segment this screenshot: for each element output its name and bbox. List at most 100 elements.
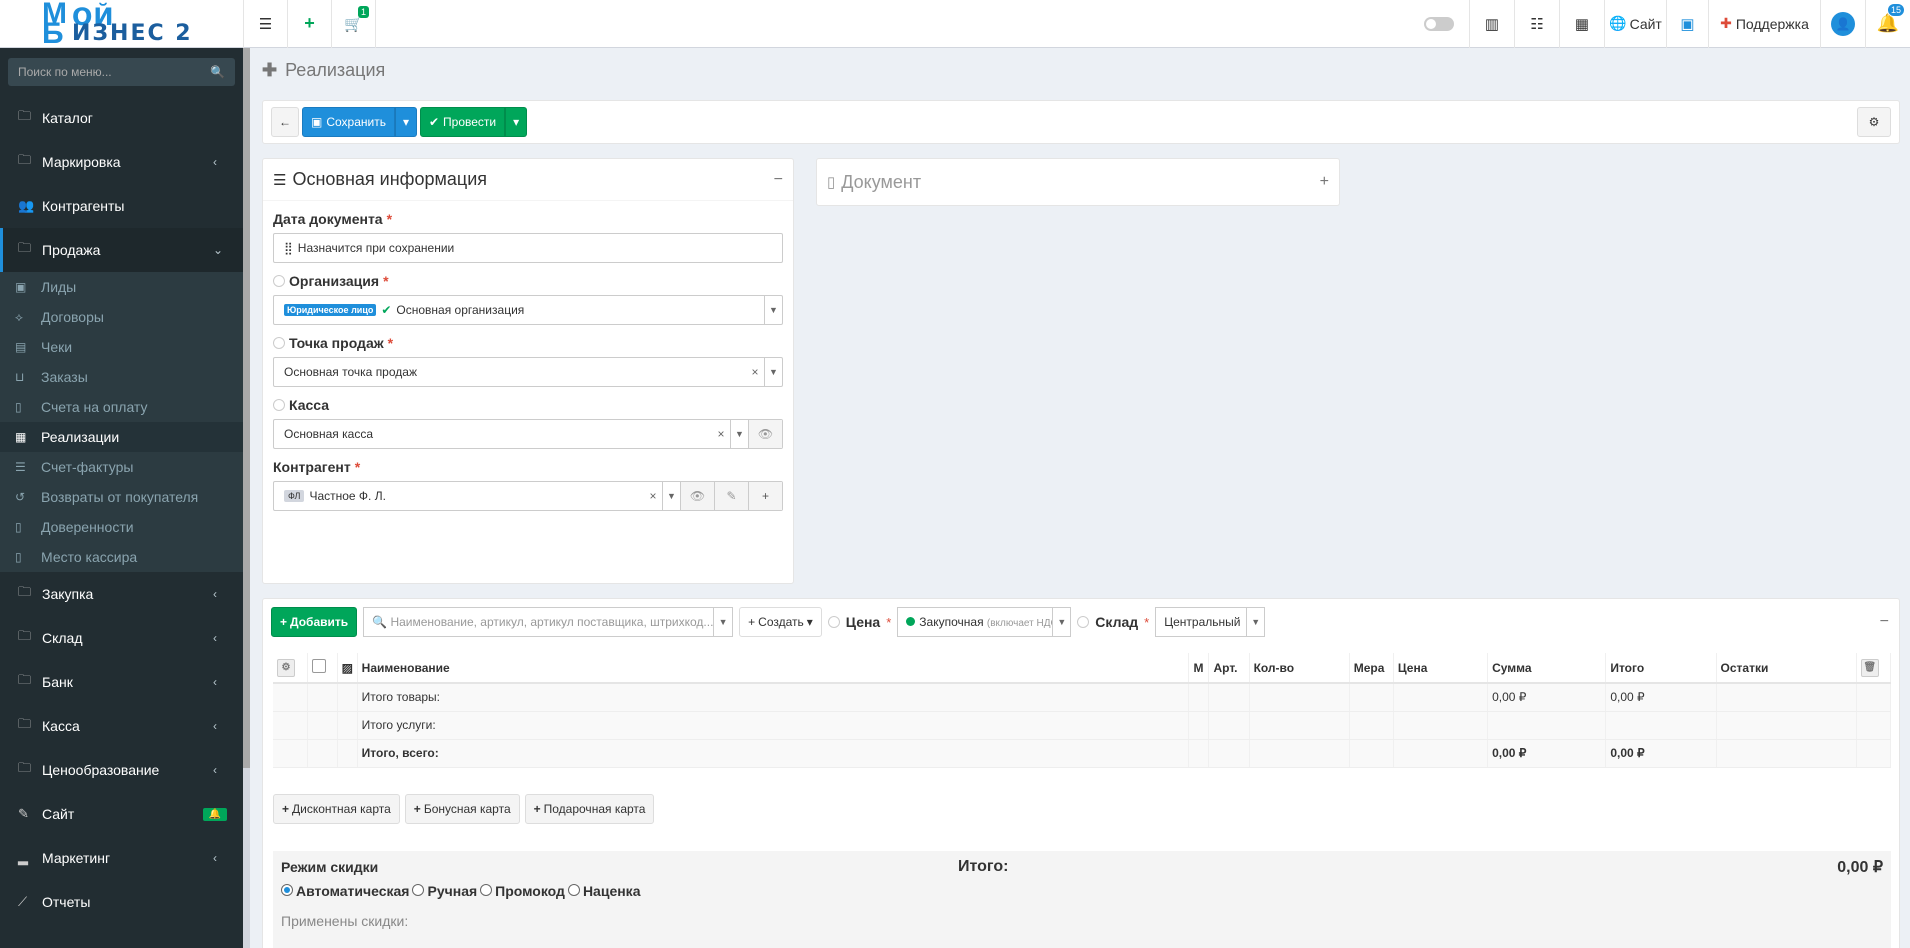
edit-icon[interactable]: ✎ — [714, 482, 748, 510]
sidebar-subitem-receipts[interactable]: ▤ Чеки — [0, 332, 243, 362]
product-search-input[interactable]: 🔍 Наименование, артикул, артикул поставщ… — [363, 607, 734, 637]
logo[interactable]: ОЙ ИЗНЕС 2 МБ — [0, 0, 243, 48]
clear-icon[interactable]: × — [712, 427, 730, 441]
column-header[interactable]: Остатки — [1716, 653, 1857, 684]
sidebar-subitem-invoices[interactable]: ▯ Счета на оплату — [0, 392, 243, 422]
select-all-checkbox[interactable] — [311, 659, 326, 673]
sidebar-item-purchase[interactable]: 🗀 Закупка ‹ — [0, 572, 243, 616]
delete-column-header[interactable]: 🗑 — [1856, 653, 1892, 684]
radio-icon[interactable] — [412, 884, 425, 896]
sidebar-item-warehouse[interactable]: 🗀 Склад ‹ — [0, 616, 243, 660]
bonus-card-button[interactable]: + Бонусная карта — [404, 793, 520, 824]
user-button[interactable]: 👤 — [1820, 0, 1865, 48]
sidebar-item-contractors[interactable]: 👥 Контрагенты — [0, 184, 243, 228]
dropdown-caret-icon[interactable]: ▼ — [714, 608, 732, 636]
dropdown-caret-icon[interactable]: ▼ — [764, 358, 782, 386]
pos-select[interactable]: Основная точка продаж × ▼ — [273, 357, 783, 387]
calendar-button[interactable]: ▦ — [1559, 0, 1604, 48]
sidebar-item-marketing[interactable]: ▂ Маркетинг ‹ — [0, 836, 243, 880]
sidebar-item-reports[interactable]: ⟋ Отчеты — [0, 880, 243, 924]
discount-option-manual[interactable]: Ручная — [412, 883, 477, 899]
list-button[interactable]: ☷ — [1514, 0, 1559, 48]
clear-icon[interactable]: × — [746, 365, 764, 379]
post-button[interactable]: ✔ Провести — [419, 107, 506, 137]
select-all-cell[interactable] — [307, 653, 338, 684]
sidebar-subitem-cashier[interactable]: ▯ Место кассира — [0, 542, 243, 572]
sidebar-subitem-label: Доверенности — [41, 519, 134, 535]
collapse-button[interactable]: − — [1880, 613, 1889, 631]
add-product-button[interactable]: + Добавить — [271, 607, 358, 637]
sidebar-subitem-powers[interactable]: ▯ Доверенности — [0, 512, 243, 542]
radio-icon[interactable] — [480, 884, 493, 896]
price-type-select[interactable]: Закупочная (включает НДС) ▼ — [897, 607, 1072, 637]
app-button[interactable]: ▣ — [1666, 0, 1708, 48]
document-header: ▯ Документ + — [817, 159, 1339, 205]
menu-toggle-button[interactable]: ☰ — [243, 0, 287, 48]
warehouse-select[interactable]: Центральный ▼ — [1155, 607, 1266, 637]
discount-card-button[interactable]: + Дисконтная карта — [273, 793, 400, 824]
sidebar-subitem-returns[interactable]: ↺ Возвраты от покупателя — [0, 482, 243, 512]
dropdown-caret-icon[interactable]: ▼ — [764, 296, 782, 324]
sidebar-subitem-leads[interactable]: ▣ Лиды — [0, 272, 243, 302]
eye-icon[interactable]: 👁 — [748, 420, 782, 448]
create-button[interactable]: + Создать ▾ — [739, 607, 822, 637]
sidebar-item-bank[interactable]: 🗀 Банк ‹ — [0, 660, 243, 704]
sidebar-subitem-orders[interactable]: ⊔ Заказы — [0, 362, 243, 392]
sidebar-search-input[interactable]: Поиск по меню... — [18, 65, 210, 79]
cart-button[interactable]: 🛒 1 — [331, 0, 375, 48]
sidebar-search[interactable]: Поиск по меню... 🔍 — [8, 58, 235, 86]
sidebar-subitem-realizations[interactable]: ▦ Реализации — [0, 422, 243, 452]
clear-icon[interactable]: × — [644, 489, 662, 503]
sidebar-scrollbar-thumb[interactable] — [243, 48, 250, 768]
support-button[interactable]: ✚ Поддержка — [1708, 0, 1820, 48]
column-header[interactable]: М — [1188, 653, 1210, 684]
column-header[interactable]: Сумма — [1487, 653, 1607, 684]
save-dropdown-button[interactable]: ▾ — [394, 107, 417, 137]
discount-option-promo[interactable]: Промокод — [480, 883, 565, 899]
org-select[interactable]: Юридическое лицо ✔ Основная организация ▼ — [273, 295, 783, 325]
dropdown-caret-icon[interactable]: ▼ — [1246, 608, 1264, 636]
gift-card-button[interactable]: + Подарочная карта — [524, 793, 655, 824]
back-button[interactable]: ← — [271, 107, 299, 137]
notifications-button[interactable]: 🔔 15 — [1865, 0, 1910, 48]
contractor-select[interactable]: ФЛ Частное Ф. Л. × ▼ 👁 ✎ + — [273, 481, 783, 511]
column-header[interactable]: Итого — [1605, 653, 1717, 684]
save-button[interactable]: ▣ Сохранить — [302, 107, 395, 137]
sidebar-subitem-tax-invoices[interactable]: ☰ Счет-фактуры — [0, 452, 243, 482]
sidebar-item-cash[interactable]: 🗀 Касса ‹ — [0, 704, 243, 748]
sidebar-subitem-contracts[interactable]: ⟡ Договоры — [0, 302, 243, 332]
dropdown-caret-icon[interactable]: ▼ — [1052, 608, 1070, 636]
column-header[interactable]: Цена — [1393, 653, 1489, 684]
eye-icon[interactable]: 👁 — [680, 482, 714, 510]
sidebar-item-catalog[interactable]: 🗀 Каталог — [0, 96, 243, 140]
date-field[interactable]: ⣿ Назначится при сохранении — [273, 233, 783, 263]
barcode-button[interactable]: ▥ — [1469, 0, 1514, 48]
radio-checked-icon[interactable] — [281, 884, 293, 896]
plus-icon[interactable]: + — [748, 482, 782, 510]
sidebar-item-marking[interactable]: 🗀 Маркировка ‹ — [0, 140, 243, 184]
discount-option-markup[interactable]: Наценка — [567, 883, 640, 899]
site-link[interactable]: 🌐 Сайт — [1604, 0, 1666, 48]
cash-select[interactable]: Основная касса × ▼ 👁 — [273, 419, 783, 449]
discount-option-auto[interactable]: Автоматическая — [281, 883, 409, 899]
post-dropdown-button[interactable]: ▾ — [505, 107, 528, 137]
dropdown-caret-icon[interactable]: ▼ — [662, 482, 680, 510]
sidebar-item-pricing[interactable]: 🗀 Ценообразование ‹ — [0, 748, 243, 792]
settings-button[interactable]: ⚙ — [1857, 107, 1891, 137]
sidebar-item-sales[interactable]: 🗀 Продажа ⌄ — [0, 228, 243, 272]
trash-icon[interactable]: 🗑 — [1860, 658, 1879, 677]
gear-icon[interactable]: ⚙ — [277, 658, 295, 677]
dropdown-caret-icon[interactable]: ▼ — [730, 420, 748, 448]
column-header[interactable]: Мера — [1349, 653, 1394, 684]
column-header[interactable]: Арт. — [1208, 653, 1250, 684]
column-header[interactable]: Кол-во — [1249, 653, 1350, 684]
expand-button[interactable]: + — [1320, 173, 1329, 191]
collapse-button[interactable]: − — [774, 171, 783, 189]
radio-icon[interactable] — [567, 884, 580, 896]
sidebar-item-site[interactable]: ✎ Сайт 🔔 — [0, 792, 243, 836]
table-settings-cell[interactable]: ⚙ — [273, 653, 308, 684]
theme-toggle[interactable] — [1409, 0, 1469, 48]
column-header[interactable]: Наименование — [357, 653, 1190, 684]
quick-add-button[interactable]: + — [287, 0, 331, 48]
line-chart-icon: ⟋ — [18, 894, 28, 909]
